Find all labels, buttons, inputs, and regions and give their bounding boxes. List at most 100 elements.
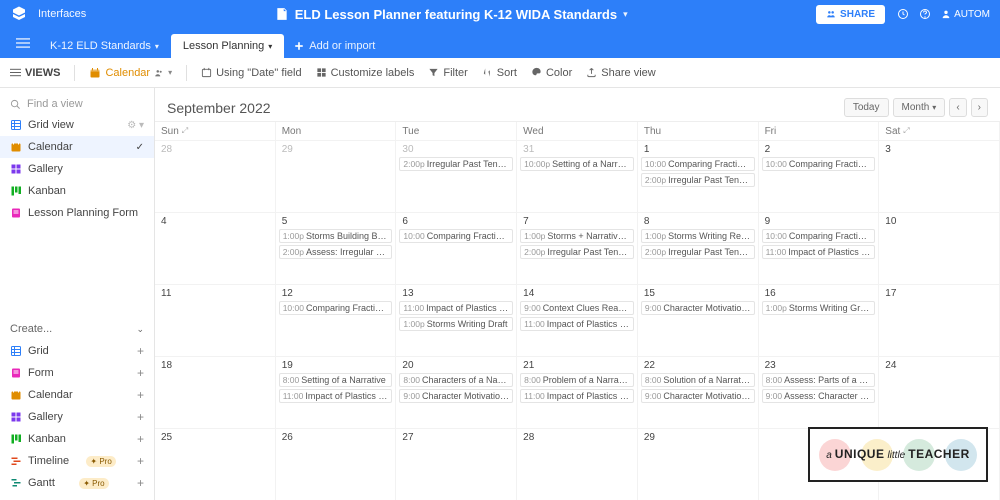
calendar-cell[interactable]: 29 bbox=[638, 428, 759, 500]
create-view-item[interactable]: Gantt✦ Pro+ bbox=[0, 472, 154, 494]
calendar-cell[interactable]: 198:00Setting of a Narrative11:00Impact … bbox=[276, 356, 397, 428]
plus-icon[interactable]: + bbox=[137, 344, 144, 358]
calendar-event[interactable]: 1:00pStorms Writing Revising bbox=[641, 229, 755, 243]
calendar-event[interactable]: 2:00pIrregular Past Tense Reading bbox=[641, 173, 755, 187]
customize-labels-button[interactable]: Customize labels bbox=[316, 67, 415, 79]
chevron-down-icon[interactable]: ▾ bbox=[623, 9, 628, 20]
calendar-event[interactable]: 9:00Character Motivation Partner W... bbox=[641, 301, 755, 315]
sidebar-view-item[interactable]: Kanban bbox=[0, 180, 154, 202]
plus-icon[interactable]: + bbox=[137, 366, 144, 380]
create-section-header[interactable]: Create... ⌄ bbox=[0, 318, 154, 340]
create-view-item[interactable]: Gallery+ bbox=[0, 406, 154, 428]
calendar-event[interactable]: 11:00Impact of Plastics Speech Brai... bbox=[399, 301, 513, 315]
calendar-event[interactable]: 9:00Character Motivation Shared Re... bbox=[399, 389, 513, 403]
table-tab[interactable]: K-12 ELD Standards▾ bbox=[38, 34, 171, 58]
calendar-cell[interactable]: 610:00Comparing Fractions Intro bbox=[396, 212, 517, 284]
sidebar-view-item[interactable]: Grid view⚙ ▾ bbox=[0, 114, 154, 136]
next-month-button[interactable]: › bbox=[971, 98, 988, 117]
create-view-item[interactable]: Kanban+ bbox=[0, 428, 154, 450]
calendar-event[interactable]: 1:00pStorms Building Background bbox=[279, 229, 393, 243]
calendar-event[interactable]: 11:00Impact of Plastics Video bbox=[279, 389, 393, 403]
create-view-item[interactable]: Calendar+ bbox=[0, 384, 154, 406]
expand-icon[interactable]: ⤢ bbox=[182, 126, 188, 136]
calendar-event[interactable]: 1:00pStorms Writing Graphic Organ... bbox=[762, 301, 876, 315]
base-title[interactable]: ELD Lesson Planner featuring K-12 WIDA S… bbox=[295, 7, 617, 22]
calendar-cell[interactable]: 29 bbox=[276, 140, 397, 212]
calendar-event[interactable]: 2:00pAssess: Irregular Past Tense bbox=[279, 245, 393, 259]
calendar-cell[interactable]: 238:00Assess: Parts of a Narrative9:00As… bbox=[759, 356, 880, 428]
views-toggle-button[interactable]: VIEWS bbox=[10, 67, 60, 79]
date-field-button[interactable]: Using "Date" field bbox=[201, 67, 301, 79]
calendar-event[interactable]: 10:00Comparing Fractions Writing bbox=[762, 157, 876, 171]
calendar-cell[interactable]: 71:00pStorms + Narrative Opening S...2:0… bbox=[517, 212, 638, 284]
calendar-event[interactable]: 9:00Context Clues Read Aloud bbox=[520, 301, 634, 315]
calendar-cell[interactable]: 11 bbox=[155, 284, 276, 356]
calendar-cell[interactable]: 149:00Context Clues Read Aloud11:00Impac… bbox=[517, 284, 638, 356]
plus-icon[interactable]: + bbox=[137, 476, 144, 490]
calendar-event[interactable]: 1:00pStorms Writing Draft bbox=[399, 317, 513, 331]
plus-icon[interactable]: + bbox=[137, 410, 144, 424]
plus-icon[interactable]: + bbox=[137, 454, 144, 468]
calendar-event[interactable]: 9:00Character Motivation Individual bbox=[641, 389, 755, 403]
calendar-event[interactable]: 8:00Assess: Parts of a Narrative bbox=[762, 373, 876, 387]
sort-button[interactable]: Sort bbox=[482, 67, 517, 79]
filter-button[interactable]: Filter bbox=[428, 67, 467, 79]
calendar-cell[interactable]: 210:00Comparing Fractions Writing bbox=[759, 140, 880, 212]
sidebar-view-item[interactable]: Gallery bbox=[0, 158, 154, 180]
prev-month-button[interactable]: ‹ bbox=[949, 98, 966, 117]
calendar-event[interactable]: 10:00pSetting of a Narrative copy c... bbox=[520, 157, 634, 171]
calendar-event[interactable]: 8:00Setting of a Narrative bbox=[279, 373, 393, 387]
share-button[interactable]: SHARE bbox=[816, 5, 885, 24]
app-logo-icon[interactable] bbox=[10, 5, 28, 23]
calendar-cell[interactable]: 3110:00pSetting of a Narrative copy c... bbox=[517, 140, 638, 212]
table-tab[interactable]: Lesson Planning▾ bbox=[171, 34, 284, 58]
calendar-cell[interactable]: 228:00Solution of a Narrative9:00Charact… bbox=[638, 356, 759, 428]
help-icon[interactable] bbox=[919, 8, 931, 20]
calendar-cell[interactable]: 4 bbox=[155, 212, 276, 284]
calendar-cell[interactable]: 24 bbox=[879, 356, 1000, 428]
calendar-event[interactable]: 8:00Solution of a Narrative bbox=[641, 373, 755, 387]
expand-icon[interactable]: ⤢ bbox=[903, 126, 909, 136]
calendar-event[interactable]: 2:00pIrregular Past Tense Partner W... bbox=[520, 245, 634, 259]
history-icon[interactable] bbox=[897, 8, 909, 20]
calendar-cell[interactable]: 28 bbox=[517, 428, 638, 500]
calendar-cell[interactable]: 3 bbox=[879, 140, 1000, 212]
gear-icon[interactable]: ⚙ ▾ bbox=[127, 120, 144, 131]
calendar-cell[interactable]: 159:00Character Motivation Partner W... bbox=[638, 284, 759, 356]
calendar-cell[interactable]: 10 bbox=[879, 212, 1000, 284]
calendar-cell[interactable]: 302:00pIrregular Past Tense Game bbox=[396, 140, 517, 212]
calendar-cell[interactable]: 26 bbox=[276, 428, 397, 500]
calendar-event[interactable]: 10:00Comparing Fractions Language bbox=[279, 301, 393, 315]
calendar-event[interactable]: 8:00Problem of a Narrative bbox=[520, 373, 634, 387]
calendar-event[interactable]: 10:00Comparing Fractions Intro bbox=[399, 229, 513, 243]
calendar-event[interactable]: 11:00Impact of Plastics Speech Writi... bbox=[520, 317, 634, 331]
calendar-cell[interactable]: 18 bbox=[155, 356, 276, 428]
calendar-event[interactable]: 1:00pStorms + Narrative Opening S... bbox=[520, 229, 634, 243]
sidebar-view-item[interactable]: Lesson Planning Form bbox=[0, 202, 154, 224]
calendar-cell[interactable]: 110:00Comparing Fractions Game2:00pIrreg… bbox=[638, 140, 759, 212]
menu-icon[interactable] bbox=[8, 36, 38, 50]
current-view-dropdown[interactable]: Calendar ▾ bbox=[89, 67, 172, 79]
create-view-item[interactable]: Grid+ bbox=[0, 340, 154, 362]
color-button[interactable]: Color bbox=[531, 67, 572, 79]
plus-icon[interactable]: + bbox=[137, 432, 144, 446]
calendar-cell[interactable]: 218:00Problem of a Narrative11:00Impact … bbox=[517, 356, 638, 428]
calendar-cell[interactable]: 17 bbox=[879, 284, 1000, 356]
plus-icon[interactable]: + bbox=[137, 388, 144, 402]
calendar-cell[interactable]: 1210:00Comparing Fractions Language bbox=[276, 284, 397, 356]
calendar-event[interactable]: 2:00pIrregular Past Tense Game bbox=[399, 157, 513, 171]
add-import-button[interactable]: Add or import bbox=[284, 34, 385, 58]
month-dropdown[interactable]: Month▾ bbox=[893, 98, 946, 117]
create-view-item[interactable]: Form+ bbox=[0, 362, 154, 384]
calendar-event[interactable]: 2:00pIrregular Past Tense Intro bbox=[641, 245, 755, 259]
share-view-button[interactable]: Share view bbox=[586, 67, 655, 79]
calendar-event[interactable]: 8:00Characters of a Narrative bbox=[399, 373, 513, 387]
calendar-cell[interactable]: 1311:00Impact of Plastics Speech Brai...… bbox=[396, 284, 517, 356]
today-button[interactable]: Today bbox=[844, 98, 889, 117]
calendar-cell[interactable]: 208:00Characters of a Narrative9:00Chara… bbox=[396, 356, 517, 428]
calendar-cell[interactable]: 28 bbox=[155, 140, 276, 212]
calendar-cell[interactable]: 51:00pStorms Building Background2:00pAss… bbox=[276, 212, 397, 284]
create-view-item[interactable]: Timeline✦ Pro+ bbox=[0, 450, 154, 472]
calendar-cell[interactable]: 161:00pStorms Writing Graphic Organ... bbox=[759, 284, 880, 356]
calendar-cell[interactable]: 27 bbox=[396, 428, 517, 500]
